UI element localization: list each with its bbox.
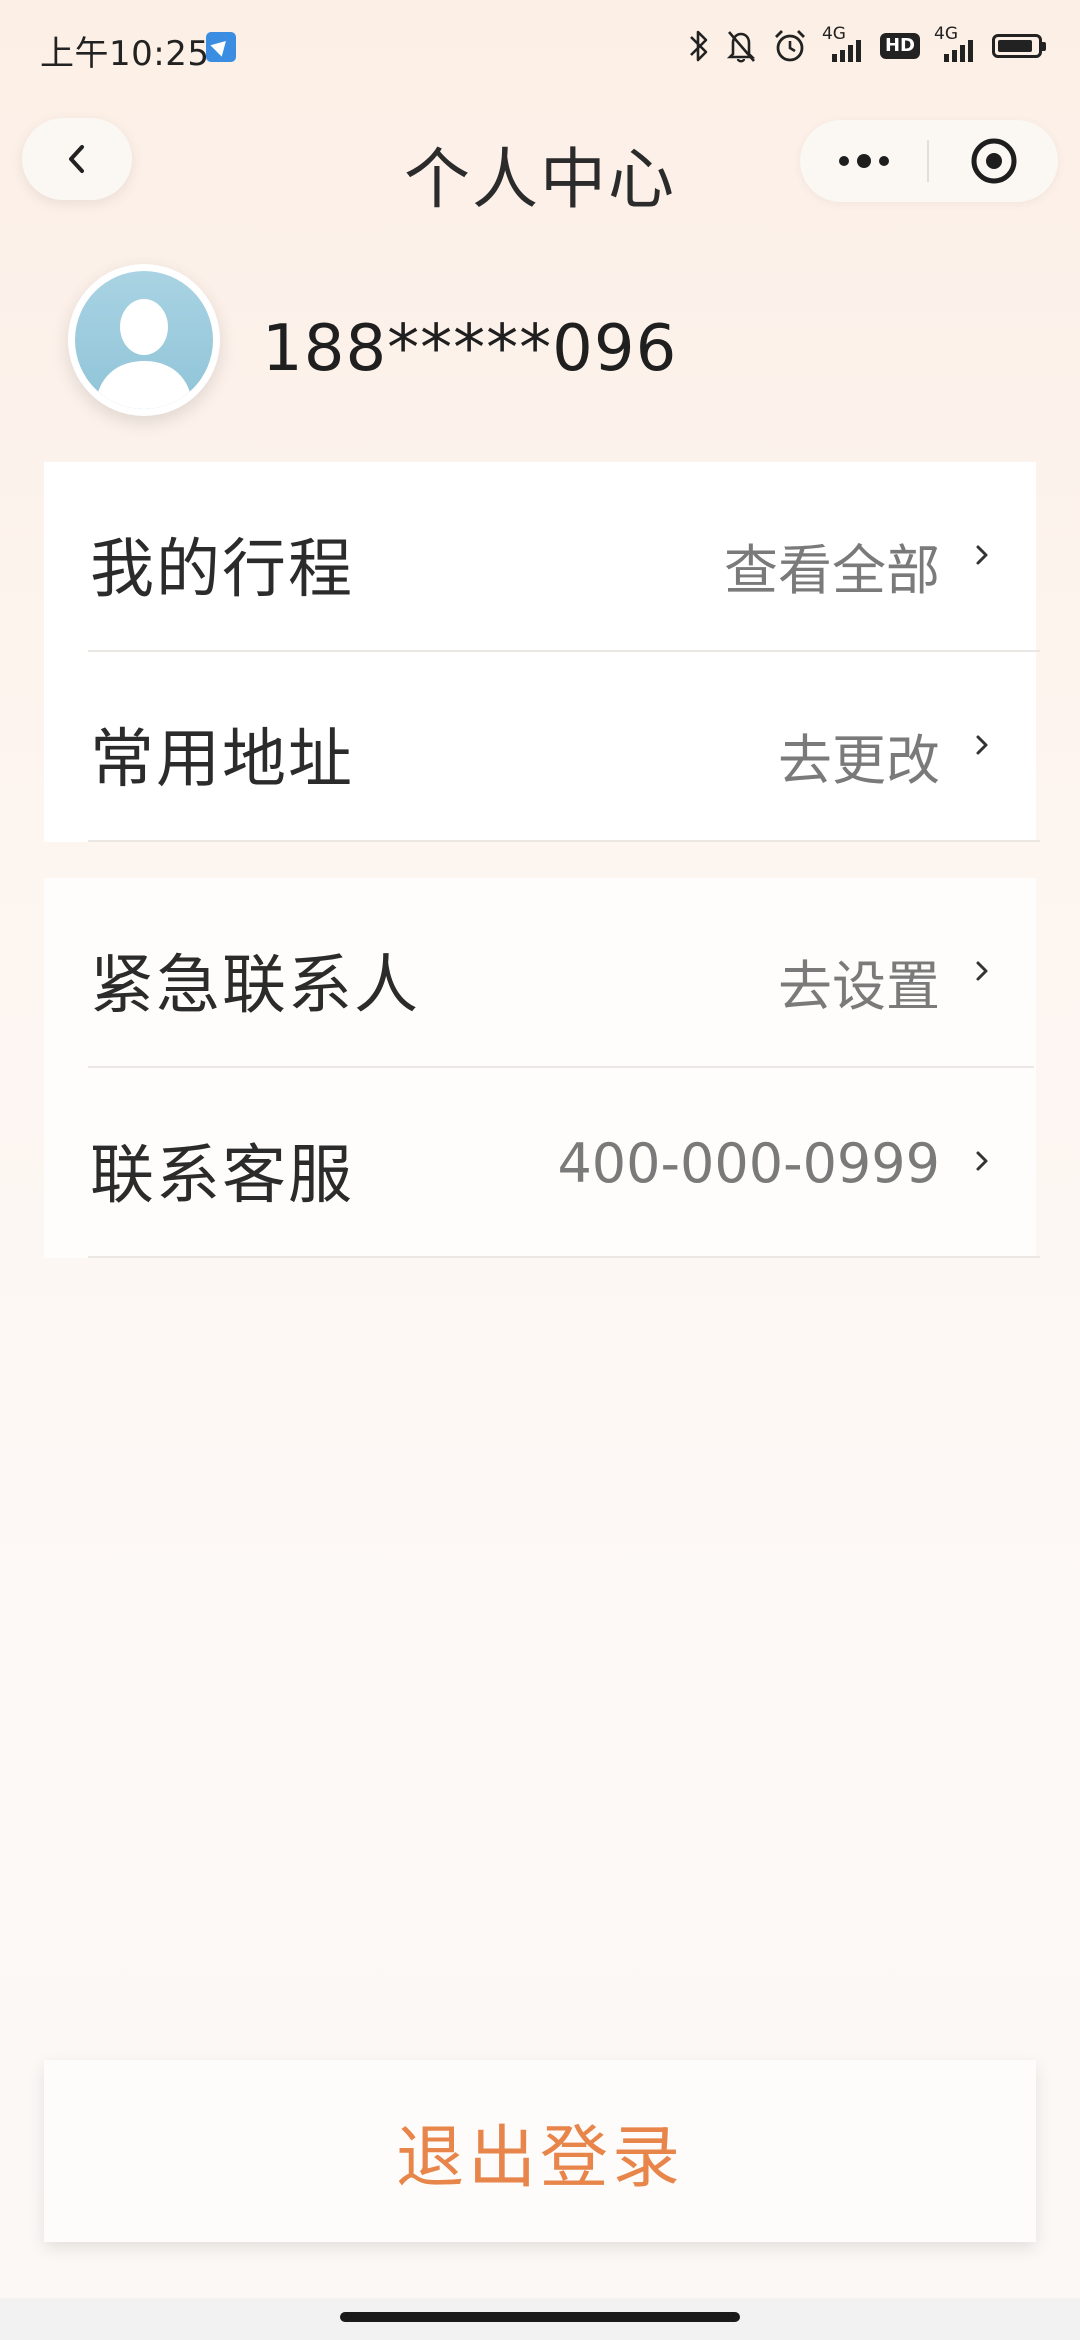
default-user-silhouette-icon: [95, 299, 193, 409]
menu-item-customer-service[interactable]: 联系客服 400-000-0999: [44, 1068, 1036, 1258]
menu-item-my-trips[interactable]: 我的行程 查看全部: [44, 462, 1036, 652]
target-close-icon: [971, 138, 1016, 184]
logout-label: 退出登录: [395, 2118, 684, 2198]
signal-4g-icon-2: 4G: [934, 24, 978, 64]
menu-card-trips-addresses: 我的行程 查看全部 常用地址 去更改: [44, 462, 1040, 842]
menu-card-contacts-service: 紧急联系人 去设置 联系客服 400-000-0999: [44, 878, 1040, 1258]
row-divider: [88, 1256, 1040, 1258]
menu-item-value: 去更改: [778, 729, 940, 792]
chevron-right-icon: [970, 538, 994, 572]
logout-button[interactable]: 退出登录: [44, 2060, 1036, 2242]
status-icons: 4G HD 4G: [688, 24, 1046, 68]
battery-icon: [992, 34, 1046, 58]
chevron-right-icon: [970, 954, 994, 988]
mute-bell-icon: [724, 28, 758, 64]
status-bar: 上午10:25 4G HD 4G: [0, 0, 1080, 96]
menu-item-label: 联系客服: [90, 1139, 354, 1213]
menu-item-label: 紧急联系人: [90, 949, 420, 1023]
avatar-image: [75, 271, 213, 409]
alarm-clock-icon: [772, 28, 808, 64]
bluetooth-icon: [688, 28, 710, 64]
menu-item-label: 我的行程: [90, 533, 354, 607]
location-navigation-icon: [206, 32, 236, 62]
menu-item-value: 查看全部: [724, 539, 940, 602]
avatar[interactable]: [68, 264, 220, 416]
menu-item-value: 去设置: [778, 955, 940, 1018]
more-button[interactable]: [800, 120, 927, 202]
menu-item-label: 常用地址: [90, 723, 354, 797]
close-mini-program-button[interactable]: [929, 120, 1058, 202]
chevron-right-icon: [970, 1144, 994, 1178]
signal-4g-icon: 4G: [822, 24, 866, 64]
more-dots-icon: [838, 154, 889, 168]
mini-program-capsule: [800, 120, 1058, 202]
home-indicator[interactable]: [340, 2312, 740, 2322]
menu-item-emergency-contact[interactable]: 紧急联系人 去设置: [44, 878, 1036, 1068]
menu-item-common-addresses[interactable]: 常用地址 去更改: [44, 652, 1036, 842]
status-time: 上午10:25: [40, 34, 210, 74]
row-divider: [88, 840, 1040, 842]
hd-badge: HD: [879, 33, 920, 59]
user-phone-number: 188*****096: [262, 312, 678, 386]
chevron-right-icon: [970, 728, 994, 762]
customer-service-phone: 400-000-0999: [557, 1132, 940, 1195]
